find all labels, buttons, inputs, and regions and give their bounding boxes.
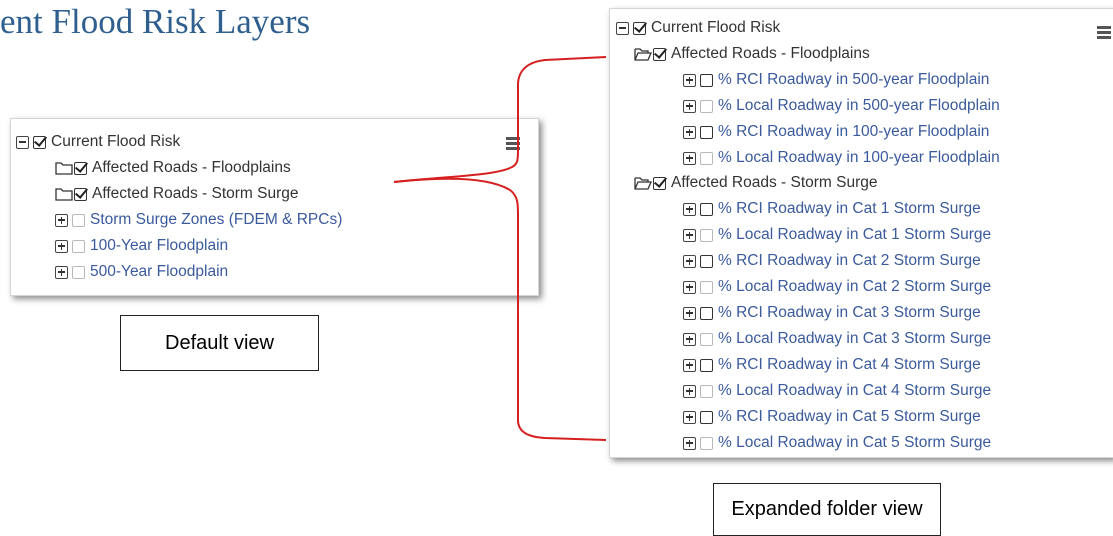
- layer-item: 100-Year Floodplain: [55, 234, 228, 258]
- folder-checkbox[interactable]: [653, 47, 666, 61]
- expanded-view-caption: Expanded folder view: [713, 483, 941, 536]
- layer-label[interactable]: % RCI Roadway in 500-year Floodplain: [718, 71, 989, 89]
- layer-checkbox[interactable]: [700, 228, 713, 242]
- expand-icon[interactable]: [683, 332, 696, 346]
- layer-label[interactable]: % RCI Roadway in Cat 5 Storm Surge: [718, 408, 981, 426]
- root-checkbox[interactable]: [33, 135, 46, 149]
- layer-checkbox[interactable]: [700, 280, 713, 294]
- layer-checkbox[interactable]: [700, 306, 713, 320]
- folder-label[interactable]: Affected Roads - Storm Surge: [671, 174, 877, 192]
- expand-icon[interactable]: [683, 358, 696, 372]
- expand-icon[interactable]: [683, 306, 696, 320]
- layer-item: % RCI Roadway in Cat 3 Storm Surge: [683, 301, 981, 325]
- default-view-caption: Default view: [120, 315, 319, 371]
- layer-item: % RCI Roadway in 100-year Floodplain: [683, 120, 989, 144]
- layer-item: % RCI Roadway in 500-year Floodplain: [683, 68, 989, 92]
- layer-item: % Local Roadway in Cat 5 Storm Surge: [683, 431, 991, 455]
- layer-item: % RCI Roadway in Cat 2 Storm Surge: [683, 249, 981, 273]
- layer-item: % Local Roadway in 500-year Floodplain: [683, 94, 1000, 118]
- folder-open-icon[interactable]: [634, 47, 652, 61]
- folder-checkbox[interactable]: [74, 187, 87, 201]
- layer-label[interactable]: % Local Roadway in Cat 5 Storm Surge: [718, 434, 991, 452]
- layer-item: % RCI Roadway in Cat 1 Storm Surge: [683, 197, 981, 221]
- layer-label[interactable]: % RCI Roadway in Cat 4 Storm Surge: [718, 356, 981, 374]
- layer-checkbox[interactable]: [700, 73, 713, 87]
- folder-checkbox[interactable]: [74, 161, 87, 175]
- layer-label[interactable]: % Local Roadway in Cat 4 Storm Surge: [718, 382, 991, 400]
- layer-checkbox[interactable]: [700, 151, 713, 165]
- expand-icon[interactable]: [683, 125, 696, 139]
- layer-item: % Local Roadway in Cat 2 Storm Surge: [683, 275, 991, 299]
- layer-label[interactable]: % Local Roadway in 500-year Floodplain: [718, 97, 1000, 115]
- layer-label[interactable]: % RCI Roadway in Cat 3 Storm Surge: [718, 304, 981, 322]
- tree-root: Current Flood Risk: [616, 16, 780, 40]
- tree-root: Current Flood Risk: [16, 130, 180, 154]
- layer-checkbox[interactable]: [72, 265, 85, 279]
- layer-checkbox[interactable]: [700, 384, 713, 398]
- layer-item: % Local Roadway in 100-year Floodplain: [683, 146, 1000, 170]
- folder-closed-icon[interactable]: [55, 187, 73, 201]
- layer-label[interactable]: Storm Surge Zones (FDEM & RPCs): [90, 211, 342, 229]
- layer-label[interactable]: 500-Year Floodplain: [90, 263, 228, 281]
- root-label[interactable]: Current Flood Risk: [651, 19, 780, 37]
- expand-icon[interactable]: [683, 73, 696, 87]
- layer-item: % Local Roadway in Cat 3 Storm Surge: [683, 327, 991, 351]
- layer-label[interactable]: % RCI Roadway in 100-year Floodplain: [718, 123, 989, 141]
- folder-checkbox[interactable]: [653, 176, 666, 190]
- layer-checkbox[interactable]: [700, 254, 713, 268]
- layer-label[interactable]: % Local Roadway in Cat 1 Storm Surge: [718, 226, 991, 244]
- layer-item: % RCI Roadway in Cat 4 Storm Surge: [683, 353, 981, 377]
- expand-icon[interactable]: [683, 202, 696, 216]
- folder-label[interactable]: Affected Roads - Floodplains: [92, 159, 291, 177]
- layer-checkbox[interactable]: [700, 358, 713, 372]
- expand-icon[interactable]: [683, 254, 696, 268]
- layer-item: Storm Surge Zones (FDEM & RPCs): [55, 208, 342, 232]
- layer-label[interactable]: % Local Roadway in 100-year Floodplain: [718, 149, 1000, 167]
- layer-item: 500-Year Floodplain: [55, 260, 228, 284]
- layer-checkbox[interactable]: [72, 239, 85, 253]
- layer-checkbox[interactable]: [700, 202, 713, 216]
- collapse-icon[interactable]: [16, 135, 29, 149]
- expand-icon[interactable]: [55, 265, 68, 279]
- hamburger-menu-icon[interactable]: [506, 137, 520, 150]
- layer-checkbox[interactable]: [700, 332, 713, 346]
- expand-icon[interactable]: [683, 436, 696, 450]
- layer-item: % RCI Roadway in Cat 5 Storm Surge: [683, 405, 981, 429]
- expand-icon[interactable]: [683, 151, 696, 165]
- layer-checkbox[interactable]: [700, 436, 713, 450]
- folder-closed-icon[interactable]: [55, 161, 73, 175]
- hamburger-menu-icon[interactable]: [1097, 26, 1111, 39]
- layer-checkbox[interactable]: [700, 410, 713, 424]
- layer-label[interactable]: % RCI Roadway in Cat 1 Storm Surge: [718, 200, 981, 218]
- layer-label[interactable]: 100-Year Floodplain: [90, 237, 228, 255]
- expand-icon[interactable]: [683, 99, 696, 113]
- folder-item: Affected Roads - Storm Surge: [634, 171, 877, 195]
- folder-item: Affected Roads - Floodplains: [55, 156, 291, 180]
- folder-label[interactable]: Affected Roads - Storm Surge: [92, 185, 298, 203]
- expand-icon[interactable]: [55, 239, 68, 253]
- layer-tree-panel-default: Current Flood Risk Affected Roads - Floo…: [10, 118, 539, 296]
- folder-item: Affected Roads - Storm Surge: [55, 182, 298, 206]
- folder-open-icon[interactable]: [634, 176, 652, 190]
- layer-checkbox[interactable]: [700, 99, 713, 113]
- collapse-icon[interactable]: [616, 21, 629, 35]
- expand-icon[interactable]: [55, 213, 68, 227]
- layer-checkbox[interactable]: [700, 125, 713, 139]
- expand-icon[interactable]: [683, 280, 696, 294]
- root-checkbox[interactable]: [633, 21, 646, 35]
- folder-item: Affected Roads - Floodplains: [634, 42, 870, 66]
- expand-icon[interactable]: [683, 410, 696, 424]
- layer-checkbox[interactable]: [72, 213, 85, 227]
- expand-icon[interactable]: [683, 228, 696, 242]
- expand-icon[interactable]: [683, 384, 696, 398]
- layer-label[interactable]: % Local Roadway in Cat 3 Storm Surge: [718, 330, 991, 348]
- layer-tree-panel-expanded: Current Flood Risk Affected Roads - Floo…: [609, 8, 1113, 458]
- root-label[interactable]: Current Flood Risk: [51, 133, 180, 151]
- layer-label[interactable]: % RCI Roadway in Cat 2 Storm Surge: [718, 252, 981, 270]
- folder-label[interactable]: Affected Roads - Floodplains: [671, 45, 870, 63]
- layer-label[interactable]: % Local Roadway in Cat 2 Storm Surge: [718, 278, 991, 296]
- page-heading: ent Flood Risk Layers: [0, 2, 311, 41]
- layer-item: % Local Roadway in Cat 4 Storm Surge: [683, 379, 991, 403]
- layer-item: % Local Roadway in Cat 1 Storm Surge: [683, 223, 991, 247]
